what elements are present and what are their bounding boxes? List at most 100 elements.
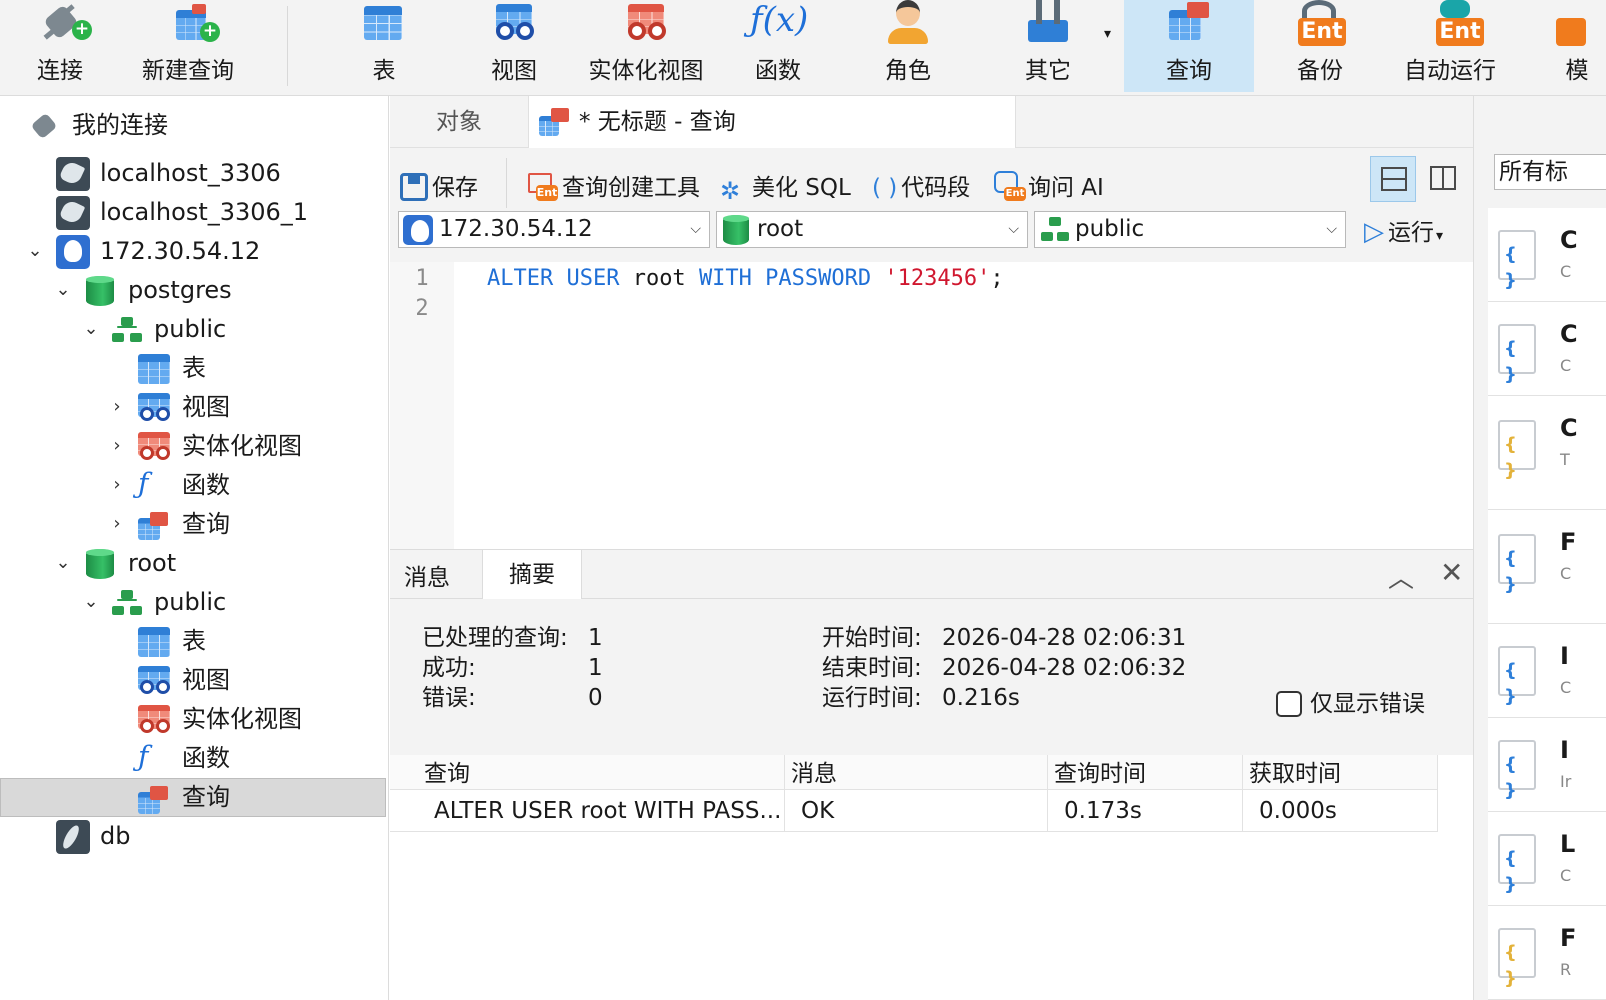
backup-icon: Ent [1288, 0, 1352, 56]
database-select[interactable]: root ⌵ [716, 211, 1028, 248]
tree-item-queries-selected[interactable]: 查询 [0, 778, 386, 817]
model-button[interactable]: 模 [1550, 0, 1590, 92]
ask-ai-button[interactable]: Ent 询问 AI [994, 170, 1104, 206]
column-header-query-time[interactable]: 查询时间 [1048, 755, 1243, 790]
chevron-down-icon[interactable]: ⌄ [54, 551, 72, 575]
beautify-sql-button[interactable]: ✲ 美化 SQL [720, 170, 851, 206]
query-label: 查询 [1166, 58, 1212, 84]
run-dropdown-icon[interactable]: ▾ [1436, 228, 1443, 244]
ent-badge: Ent [536, 185, 558, 201]
snippet-card[interactable]: CT [1488, 396, 1606, 510]
tree-item-db-postgres[interactable]: ⌄ postgres [0, 271, 386, 310]
backup-button[interactable]: Ent 备份 [1282, 0, 1358, 92]
snippet-card[interactable]: CC [1488, 302, 1606, 396]
snippet-desc: T [1560, 450, 1570, 469]
automation-button[interactable]: Ent 自动运行 [1396, 0, 1504, 92]
connect-button[interactable]: + 连接 [12, 0, 108, 92]
cell-message[interactable]: OK [785, 790, 1048, 832]
chevron-up-icon[interactable]: ︿ [1388, 558, 1414, 595]
new-query-button[interactable]: + 新建查询 [136, 0, 240, 92]
tree-item-label: 函数 [182, 744, 230, 772]
cell-query[interactable]: ALTER USER root WITH PASS... [390, 790, 785, 832]
snippet-card[interactable]: I Ir [1488, 718, 1606, 812]
run-button[interactable]: ▷ 运行 ▾ [1364, 214, 1443, 250]
other-button[interactable]: 其它 [1010, 0, 1086, 92]
start-time-value: 2026-04-28 02:06:31 [942, 625, 1187, 651]
tag-filter-select[interactable]: 所有标 [1494, 154, 1606, 190]
table-button[interactable]: 表 [346, 0, 422, 92]
line-number: 1 [415, 266, 429, 291]
chevron-down-icon[interactable]: ⌄ [54, 278, 72, 302]
function-button[interactable]: ƒ(x) 函数 [740, 0, 816, 92]
tab-summary[interactable]: 摘要 [482, 550, 582, 600]
materialized-view-button[interactable]: 实体化视图 [584, 0, 708, 92]
snippet-title: F [1560, 528, 1577, 556]
tree-item-tables[interactable]: 表 [0, 349, 386, 388]
tree-item-schema-public[interactable]: ⌄ public [0, 583, 386, 622]
ent-badge: Ent [1004, 187, 1026, 201]
snippet-card[interactable]: FR [1488, 906, 1606, 1000]
split-horizontal-toggle[interactable] [1370, 156, 1416, 202]
code-snippet-button[interactable]: ( ) 代码段 [872, 170, 970, 206]
tree-item-views[interactable]: 视图 [0, 661, 386, 700]
tree-item-queries[interactable]: › 查询 [0, 505, 386, 544]
only-errors-checkbox[interactable] [1276, 691, 1302, 717]
snippet-card[interactable]: FC [1488, 510, 1606, 624]
snippet-card[interactable]: IC [1488, 624, 1606, 718]
schema-icon [1039, 215, 1069, 245]
sql-code-line-1[interactable]: ALTER USER root WITH PASSWORD '123456'; [487, 264, 1004, 294]
tree-item-localhost-3306[interactable]: localhost_3306 [0, 154, 386, 193]
tree-item-label: 视图 [182, 393, 230, 421]
cell-query-time[interactable]: 0.173s [1048, 790, 1243, 832]
snippet-card[interactable]: CC [1488, 208, 1606, 302]
tree-item-views[interactable]: › 视图 [0, 388, 386, 427]
tree-item-localhost-3306-1[interactable]: localhost_3306_1 [0, 193, 386, 232]
view-icon [482, 0, 546, 56]
snippet-panel: 所有标 CC CC CT FC IC IIr LC FR [1473, 96, 1606, 1000]
chevron-down-icon[interactable]: ⌄ [82, 590, 100, 614]
connection-select[interactable]: 172.30.54.12 ⌵ [398, 211, 710, 248]
close-icon[interactable]: ✕ [1440, 556, 1463, 589]
view-button[interactable]: 视图 [474, 0, 554, 92]
column-header-message[interactable]: 消息 [785, 755, 1048, 790]
connection-value: 172.30.54.12 [439, 216, 593, 242]
tab-message[interactable]: 消息 [404, 550, 450, 600]
other-dropdown-arrow[interactable]: ▾ [1104, 26, 1111, 42]
role-button[interactable]: 角色 [870, 0, 946, 92]
tree-root-my-connections[interactable]: 我的连接 [0, 106, 386, 145]
save-button[interactable]: 保存 [400, 170, 478, 206]
snippet-card[interactable]: LC [1488, 812, 1606, 906]
chevron-down-icon[interactable]: ⌄ [26, 239, 44, 263]
chevron-right-icon[interactable]: › [108, 434, 126, 458]
chevron-right-icon[interactable]: › [108, 473, 126, 497]
tab-objects[interactable]: 对象 [390, 96, 528, 148]
query-button[interactable]: 查询 [1124, 0, 1254, 92]
sql-editor[interactable]: 1 2 ALTER USER root WITH PASSWORD '12345… [390, 262, 1473, 549]
tree-item-db-root[interactable]: ⌄ root [0, 544, 386, 583]
split-vertical-toggle[interactable] [1420, 156, 1466, 202]
cell-fetch-time[interactable]: 0.000s [1243, 790, 1438, 832]
tab-untitled-query[interactable]: * 无标题 - 查询 [528, 96, 1016, 148]
tree-item-materialized-views[interactable]: › 实体化视图 [0, 427, 386, 466]
chevron-right-icon[interactable]: › [108, 395, 126, 419]
chevron-right-icon[interactable]: › [108, 512, 126, 536]
function-icon: ƒ [138, 740, 149, 773]
column-header-query[interactable]: 查询 [390, 755, 785, 790]
tree-item-db[interactable]: db [0, 817, 386, 856]
tree-item-functions[interactable]: ƒ 函数 [0, 739, 386, 778]
column-header-fetch-time[interactable]: 获取时间 [1243, 755, 1438, 790]
save-label: 保存 [432, 175, 478, 201]
code-file-icon [1498, 928, 1536, 992]
tree-item-tables[interactable]: 表 [0, 622, 386, 661]
tree-item-materialized-views[interactable]: 实体化视图 [0, 700, 386, 739]
sql-keyword: WITH PASSWORD [698, 266, 872, 291]
tree-item-functions[interactable]: › ƒ 函数 [0, 466, 386, 505]
tree-item-pg-server[interactable]: ⌄ 172.30.54.12 [0, 232, 386, 271]
result-grid: 查询 消息 查询时间 获取时间 ALTER USER root WITH PAS… [390, 755, 1473, 1000]
snippet-title: C [1560, 226, 1578, 254]
tree-item-schema-public[interactable]: ⌄ public [0, 310, 386, 349]
chevron-down-icon[interactable]: ⌄ [82, 317, 100, 341]
schema-select[interactable]: public ⌵ [1034, 211, 1346, 248]
query-builder-button[interactable]: Ent 查询创建工具 [528, 170, 700, 206]
processed-value: 1 [588, 625, 603, 651]
